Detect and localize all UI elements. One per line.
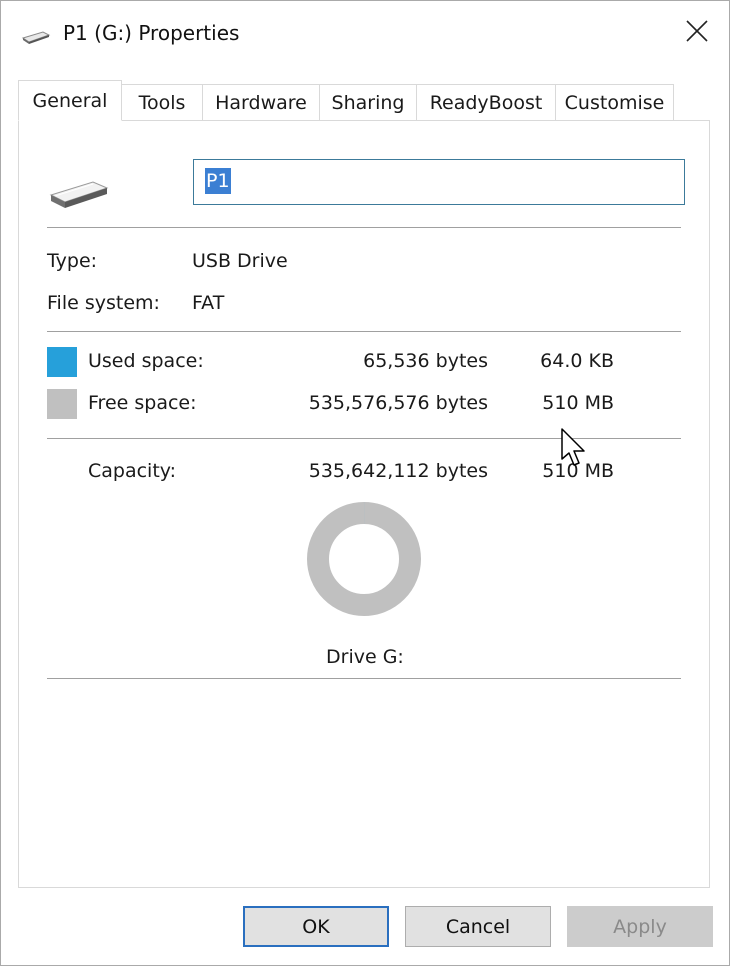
- divider: [47, 331, 681, 332]
- close-icon: [685, 19, 709, 48]
- free-space-bytes: 535,576,576 bytes: [308, 392, 488, 414]
- file-system-value: FAT: [192, 292, 225, 314]
- tab-customise[interactable]: Customise: [555, 84, 674, 120]
- usb-drive-icon: [21, 28, 51, 50]
- tab-tools[interactable]: Tools: [121, 84, 203, 120]
- tab-general[interactable]: General: [18, 80, 122, 121]
- used-space-label: Used space:: [88, 350, 204, 372]
- tab-sharing[interactable]: Sharing: [319, 84, 417, 120]
- used-space-bytes: 65,536 bytes: [363, 350, 488, 372]
- capacity-bytes: 535,642,112 bytes: [308, 460, 488, 482]
- drive-name-selected-text: P1: [205, 168, 231, 194]
- title-bar[interactable]: P1 (G:) Properties: [1, 1, 729, 67]
- cancel-button[interactable]: Cancel: [405, 906, 551, 947]
- divider: [47, 678, 681, 679]
- close-button[interactable]: [669, 11, 725, 55]
- properties-window: P1 (G:) Properties General Tools Hardwar…: [0, 0, 730, 966]
- mouse-pointer-icon: [561, 428, 587, 473]
- tab-strip: General Tools Hardware Sharing ReadyBoos…: [18, 80, 678, 121]
- used-space-size: 64.0 KB: [540, 350, 614, 372]
- window-title: P1 (G:) Properties: [63, 21, 240, 45]
- tab-hardware[interactable]: Hardware: [202, 84, 320, 120]
- type-value: USB Drive: [192, 250, 288, 272]
- tab-readyboost[interactable]: ReadyBoost: [416, 84, 556, 120]
- free-space-label: Free space:: [88, 392, 197, 414]
- drive-name-input[interactable]: P1: [193, 159, 685, 205]
- usb-drive-icon: [49, 177, 111, 216]
- ok-button[interactable]: OK: [243, 906, 389, 947]
- capacity-label: Capacity:: [88, 460, 177, 482]
- drive-letter-label: Drive G:: [326, 646, 404, 668]
- type-label: Type:: [47, 250, 98, 272]
- apply-button[interactable]: Apply: [567, 906, 713, 947]
- free-space-ring: [307, 502, 421, 616]
- used-space-swatch: [47, 347, 77, 377]
- file-system-label: File system:: [47, 292, 160, 314]
- free-space-size: 510 MB: [542, 392, 614, 414]
- disk-usage-donut-chart: [307, 501, 421, 616]
- free-space-swatch: [47, 389, 77, 419]
- divider: [47, 227, 681, 228]
